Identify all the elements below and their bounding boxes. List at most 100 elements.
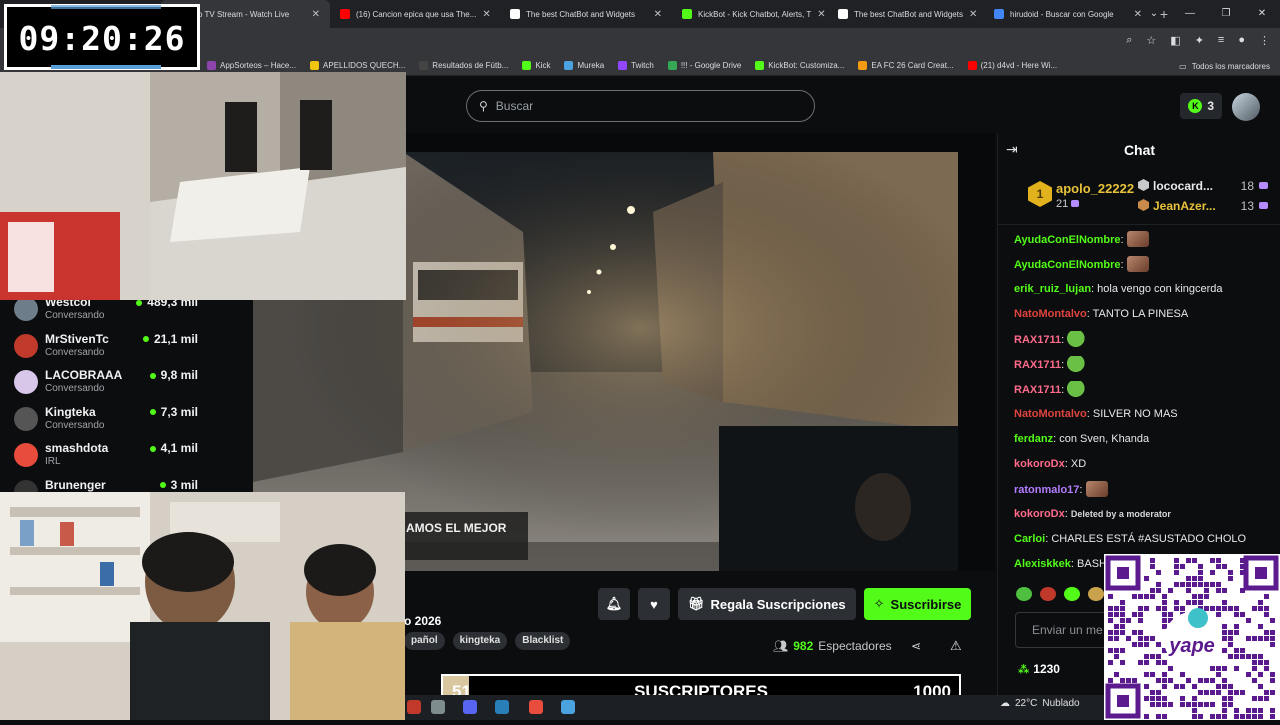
close-tab-icon[interactable]: ✕	[482, 9, 490, 20]
chat-username[interactable]: AyudaConElNombre	[1014, 234, 1121, 246]
bookmark-item[interactable]: AppSorteos – Hace...	[200, 61, 303, 70]
chat-username[interactable]: Alexiskkek	[1014, 558, 1071, 570]
sidebar-channel[interactable]: Westcol Conversando 489,3 mil	[14, 295, 204, 331]
chat-message: RAX1711:	[1014, 331, 1279, 356]
channel-points[interactable]: ⁂ 1230	[1018, 662, 1060, 676]
chat-username[interactable]: AyudaConElNombre	[1014, 259, 1121, 271]
bookmark-item[interactable]: KickBot: Customiza...	[748, 61, 851, 70]
chat-username[interactable]: kokoroDx	[1014, 508, 1065, 520]
bookmark-star-icon[interactable]: ☆	[1146, 34, 1156, 47]
cloud-icon: ☁	[1000, 698, 1010, 709]
bookmark-item[interactable]: Mureka	[557, 61, 611, 70]
users-icon: 👥︎	[773, 639, 789, 653]
close-tab-icon[interactable]: ✕	[969, 9, 977, 20]
chat-username[interactable]: kokoroDx	[1014, 458, 1065, 470]
chat-username[interactable]: NatoMontalvo	[1014, 308, 1087, 320]
search-icon: ⚲	[479, 99, 488, 113]
chat-username[interactable]: RAX1711	[1014, 359, 1061, 371]
chat-username[interactable]: ferdanz	[1014, 433, 1053, 445]
emote-icon[interactable]	[1040, 587, 1056, 601]
bookmark-item[interactable]: EA FC 26 Card Creat...	[851, 61, 960, 70]
qr-brand: yape	[1168, 635, 1215, 657]
emote-icon[interactable]	[1016, 587, 1032, 601]
app-icon[interactable]	[529, 700, 543, 714]
emote-icon[interactable]	[1064, 587, 1080, 601]
heart-icon: ♥	[650, 596, 658, 612]
tab-favicon	[510, 9, 520, 19]
chat-username[interactable]: RAX1711	[1014, 384, 1061, 396]
media-icon[interactable]: ≡	[1218, 34, 1224, 47]
sidebar-channel[interactable]: Kingteka Conversando 7,3 mil	[14, 405, 204, 441]
close-tab-icon[interactable]: ✕	[312, 9, 320, 20]
stream-title: o 2026	[404, 614, 442, 628]
browser-tab[interactable]: The best ChatBot and Widgets ✕	[828, 0, 984, 28]
browser-tab[interactable]: KickBot - Kick Chatbot, Alerts, T ✕	[672, 0, 828, 28]
extension-icon[interactable]: ◧	[1170, 34, 1180, 47]
bookmark-item[interactable]: Kick	[515, 61, 557, 70]
chat-username[interactable]: erik_ruiz_lujan	[1014, 283, 1091, 295]
points-icon: ⁂	[1018, 663, 1030, 676]
tab-favicon	[838, 9, 848, 19]
share-icon[interactable]: ⋖	[911, 639, 921, 653]
bookmark-item[interactable]: !!! - Google Drive	[661, 61, 748, 70]
browser-tab[interactable]: (16) Cancion epica que usa The... ✕	[330, 0, 500, 28]
search-input[interactable]: ⚲ Buscar	[466, 90, 815, 122]
gift-subs-button[interactable]: 🎁︎ Regala Suscripciones	[678, 588, 856, 620]
chat-message: AyudaConElNombre:	[1014, 231, 1279, 256]
bookmark-favicon	[618, 61, 628, 70]
chat-username[interactable]: ratonmalo17	[1014, 484, 1079, 496]
chat-username[interactable]: NatoMontalvo	[1014, 408, 1087, 420]
menu-icon[interactable]: ⋮	[1259, 34, 1270, 47]
leader-second[interactable]: lococard... 18	[1138, 179, 1278, 193]
close-tab-icon[interactable]: ✕	[817, 9, 825, 20]
stream-tag[interactable]: Blacklist	[515, 632, 571, 650]
chat-username[interactable]: Carloi	[1014, 533, 1045, 545]
window-control-button[interactable]: ✕	[1244, 0, 1280, 28]
app-icon[interactable]	[561, 700, 575, 714]
bell-icon: 🔔︎	[605, 596, 623, 611]
sidebar-channel[interactable]: smashdota IRL 4,1 mil	[14, 441, 204, 477]
sidebar-channel[interactable]: LACOBRAAA Conversando 9,8 mil	[14, 368, 204, 404]
browser-tab[interactable]: hirudoid - Buscar con Google ✕	[984, 0, 1152, 28]
channel-avatar	[14, 370, 38, 394]
emote-icon[interactable]	[1088, 587, 1104, 601]
stream-tag[interactable]: pañol	[404, 632, 445, 650]
window-control-button[interactable]: —	[1172, 0, 1208, 28]
profile-icon[interactable]: ●	[1238, 34, 1245, 47]
bookmark-item[interactable]: Resultados de Fútb...	[412, 61, 515, 70]
bookmark-item[interactable]: Twitch	[611, 61, 661, 70]
clock-accent	[51, 5, 161, 9]
report-icon[interactable]: ⚠	[950, 638, 962, 654]
notify-button[interactable]: 🔔︎	[598, 588, 630, 620]
chat-message: erik_ruiz_lujan: hola vengo con kingcerd…	[1014, 283, 1223, 295]
all-bookmarks[interactable]: ▭ Todos los marcadores	[1179, 56, 1270, 76]
weather-widget[interactable]: ☁ 22°C Nublado	[1000, 698, 1080, 709]
bookmark-item[interactable]: (21) d4vd - Here Wi...	[961, 61, 1064, 70]
app-icon[interactable]	[463, 700, 477, 714]
app-icon[interactable]	[407, 700, 421, 714]
chat-message: AyudaConElNombre:	[1014, 256, 1279, 281]
app-icon[interactable]	[431, 700, 445, 714]
chat-message: RAX1711:	[1014, 356, 1279, 381]
app-icon[interactable]	[495, 700, 509, 714]
bookmark-favicon	[207, 61, 216, 70]
window-control-button[interactable]: ❐	[1208, 0, 1244, 28]
bookmark-item[interactable]: APELLIDOS QUECH...	[303, 61, 412, 70]
window-control-button[interactable]: ⌄	[1136, 0, 1172, 28]
browser-tab[interactable]: The best ChatBot and Widgets ✕	[500, 0, 672, 28]
gift-icon: 🎁︎	[688, 596, 705, 611]
tab-favicon	[340, 9, 350, 19]
close-tab-icon[interactable]: ✕	[654, 9, 662, 20]
puzzle-icon[interactable]: ✦	[1195, 34, 1204, 47]
sidebar-channel[interactable]: MrStivenTc Conversando 21,1 mil	[14, 332, 204, 368]
zoom-icon[interactable]: ⌕	[1126, 34, 1132, 47]
gift-icon	[1259, 182, 1268, 189]
leader-third[interactable]: JeanAzer... 13	[1138, 199, 1278, 213]
stream-tag[interactable]: kingteka	[452, 632, 508, 650]
chat-username[interactable]: RAX1711	[1014, 334, 1061, 346]
kick-points-button[interactable]: K 3	[1180, 93, 1222, 119]
bookmark-favicon	[564, 61, 574, 70]
user-avatar[interactable]	[1232, 93, 1260, 121]
subscribe-button[interactable]: ✧ Suscribirse	[863, 588, 972, 620]
follow-button[interactable]: ♥	[638, 588, 670, 620]
